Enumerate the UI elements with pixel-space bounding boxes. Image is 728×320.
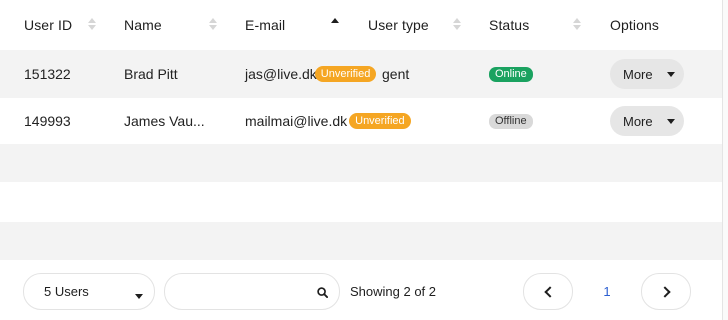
search-field[interactable] [164,273,340,310]
status-cell: Offline [489,98,533,144]
caret-down-icon [666,71,675,77]
user-id-cell: 149993 [24,113,71,129]
unverified-badge: Unverified [314,66,377,82]
empty-row [0,182,722,222]
page-number-link[interactable]: 1 [598,273,616,310]
email-text: jas@live.dk [245,66,317,82]
email-text: mailmai@live.dk [245,113,348,129]
caret-down-icon [135,294,143,299]
column-header-user-type[interactable]: User type [368,0,429,50]
table-row[interactable]: 151322 Brad Pitt jas@live.dk Unverified … [0,50,722,98]
sort-ascending-icon[interactable] [331,16,339,32]
sort-icon[interactable] [453,16,461,32]
column-header-name[interactable]: Name [124,0,162,50]
user-id-cell: 151322 [24,66,71,82]
showing-count: Showing 2 of 2 [350,284,437,299]
status-cell: Online [489,50,533,98]
scrollbar[interactable] [722,0,728,320]
search-icon[interactable] [317,287,328,298]
sort-icon[interactable] [88,16,96,32]
column-header-options: Options [610,17,659,33]
empty-row [0,144,722,182]
user-type-cell: gent [382,66,410,82]
caret-down-icon [666,118,675,124]
previous-page-button[interactable] [523,273,573,310]
column-header-user-id[interactable]: User ID [24,0,72,50]
next-page-button[interactable] [641,273,691,310]
table-row[interactable]: 149993 James Vau... mailmai@live.dk Unve… [0,98,722,144]
more-options-button[interactable]: More [610,59,684,89]
column-header-status[interactable]: Status [489,0,529,50]
name-cell: James Vau... [124,113,205,129]
sort-icon[interactable] [573,16,581,32]
chevron-right-icon [658,285,671,298]
sort-icon[interactable] [209,16,217,32]
status-badge: Online [489,66,533,82]
status-badge: Offline [489,113,533,129]
chevron-left-icon [543,285,556,298]
page-size-select[interactable]: 5 Users [23,273,155,310]
table-footer: 5 Users Showing 2 of 2 1 [0,260,722,320]
options-cell: More [610,50,684,98]
options-cell: More [610,98,684,144]
unverified-badge: Unverified [349,113,411,129]
empty-row [0,222,722,260]
search-input[interactable] [177,282,307,302]
column-header-email[interactable]: E-mail [245,0,285,50]
email-cell: mailmai@live.dk Unverified [245,98,411,144]
more-options-button[interactable]: More [610,106,684,136]
email-cell: jas@live.dk Unverified [245,50,377,98]
name-cell: Brad Pitt [124,66,178,82]
table-header: User ID Name E-mail User type Status Opt… [0,0,722,50]
